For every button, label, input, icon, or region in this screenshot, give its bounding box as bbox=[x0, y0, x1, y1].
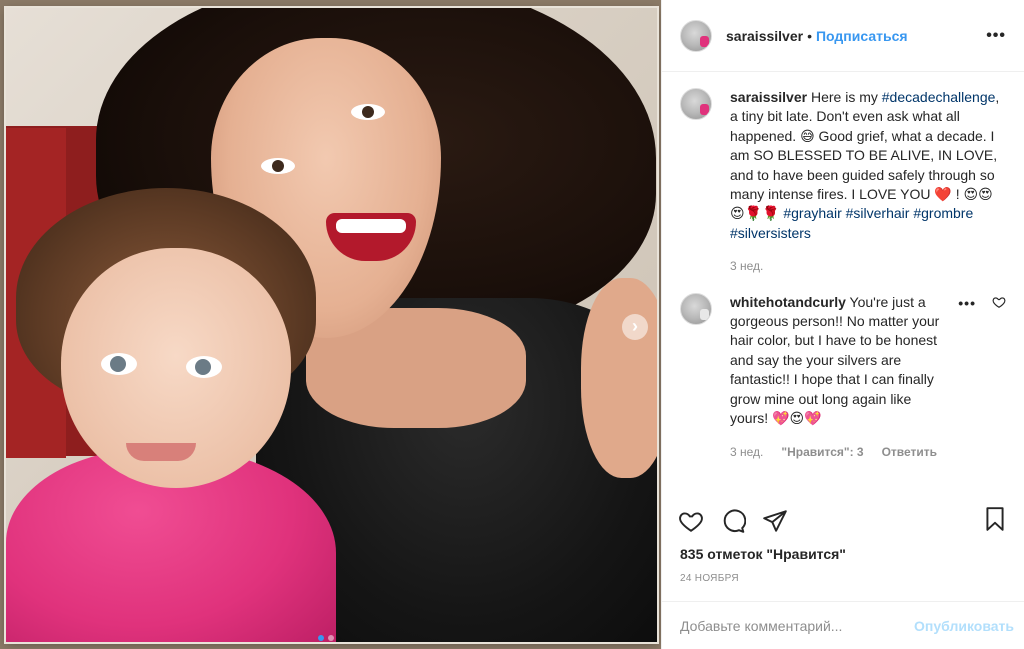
post-header: saraissilver • Подписаться ••• bbox=[662, 0, 1024, 72]
heart-icon[interactable] bbox=[678, 508, 704, 534]
comment-text: whitehotandcurly You're just a gorgeous … bbox=[730, 293, 948, 429]
caption-text-part: Here is my bbox=[807, 89, 882, 105]
chevron-right-icon[interactable]: › bbox=[622, 314, 648, 340]
caption-username[interactable]: saraissilver bbox=[730, 89, 807, 105]
heart-icon[interactable] bbox=[992, 295, 1006, 309]
commenter-avatar[interactable] bbox=[680, 292, 712, 325]
commenter-username[interactable]: whitehotandcurly bbox=[730, 294, 846, 310]
woman-shoulder bbox=[581, 278, 657, 478]
post-actions bbox=[662, 500, 1024, 542]
comment-likes[interactable]: "Нравится": 3 bbox=[781, 443, 863, 462]
caption-meta: 3 нед. bbox=[730, 257, 1006, 276]
follow-button[interactable]: Подписаться bbox=[816, 28, 908, 44]
caption-text-part: , a tiny bit late. Don't even ask what a… bbox=[730, 89, 1000, 222]
comment-input[interactable] bbox=[680, 617, 915, 634]
carousel-dot bbox=[328, 635, 334, 641]
caption: saraissilver Here is my #decadechallenge… bbox=[680, 88, 1006, 277]
post-photo[interactable] bbox=[6, 8, 657, 642]
woman-eye-left bbox=[261, 158, 295, 174]
comment-meta: 3 нед. "Нравится": 3 Ответить bbox=[730, 443, 948, 462]
header-separator: • bbox=[807, 27, 812, 44]
child-eye-right bbox=[186, 356, 222, 378]
post-panel: saraissilver • Подписаться ••• saraissil… bbox=[661, 0, 1024, 649]
reply-button[interactable]: Ответить bbox=[882, 443, 937, 462]
comments-list[interactable]: saraissilver Here is my #decadechallenge… bbox=[662, 72, 1024, 500]
hashtag-link[interactable]: #grombre bbox=[913, 205, 973, 221]
more-horizontal-icon[interactable]: ••• bbox=[986, 27, 1006, 45]
comment-text-part: You're just a gorgeous person!! No matte… bbox=[730, 293, 940, 427]
author-avatar[interactable] bbox=[680, 19, 712, 52]
post-date[interactable]: 24 НОЯБРЯ bbox=[680, 573, 739, 584]
child-mouth bbox=[126, 443, 196, 461]
hashtag-link[interactable]: #silverhair bbox=[846, 205, 910, 221]
hashtag-link[interactable]: #grayhair bbox=[783, 205, 841, 221]
caption-timestamp[interactable]: 3 нед. bbox=[730, 257, 763, 276]
publish-button[interactable]: Опубликовать bbox=[914, 618, 1014, 634]
add-comment-bar: Опубликовать bbox=[662, 601, 1024, 649]
author-username[interactable]: saraissilver bbox=[726, 28, 803, 44]
comment-more-icon[interactable]: ••• bbox=[958, 295, 976, 311]
post-media: › bbox=[0, 0, 661, 649]
bookmark-icon[interactable] bbox=[982, 506, 1008, 532]
hashtag-link[interactable]: #silversisters bbox=[730, 225, 811, 241]
share-icon[interactable] bbox=[762, 508, 788, 534]
caption-text: saraissilver Here is my #decadechallenge… bbox=[730, 88, 1006, 243]
comment-icon[interactable] bbox=[720, 508, 746, 534]
likes-count[interactable]: 835 отметок "Нравится" bbox=[680, 546, 846, 562]
woman-eye-right bbox=[351, 104, 385, 120]
comment-item: whitehotandcurly You're just a gorgeous … bbox=[680, 292, 1006, 462]
comment-timestamp[interactable]: 3 нед. bbox=[730, 443, 763, 462]
child-eye-left bbox=[101, 353, 137, 375]
hashtag-link[interactable]: #decadechallenge bbox=[882, 89, 996, 105]
carousel-indicator bbox=[318, 635, 334, 641]
carousel-dot-active bbox=[318, 635, 324, 641]
caption-avatar[interactable] bbox=[680, 88, 712, 120]
